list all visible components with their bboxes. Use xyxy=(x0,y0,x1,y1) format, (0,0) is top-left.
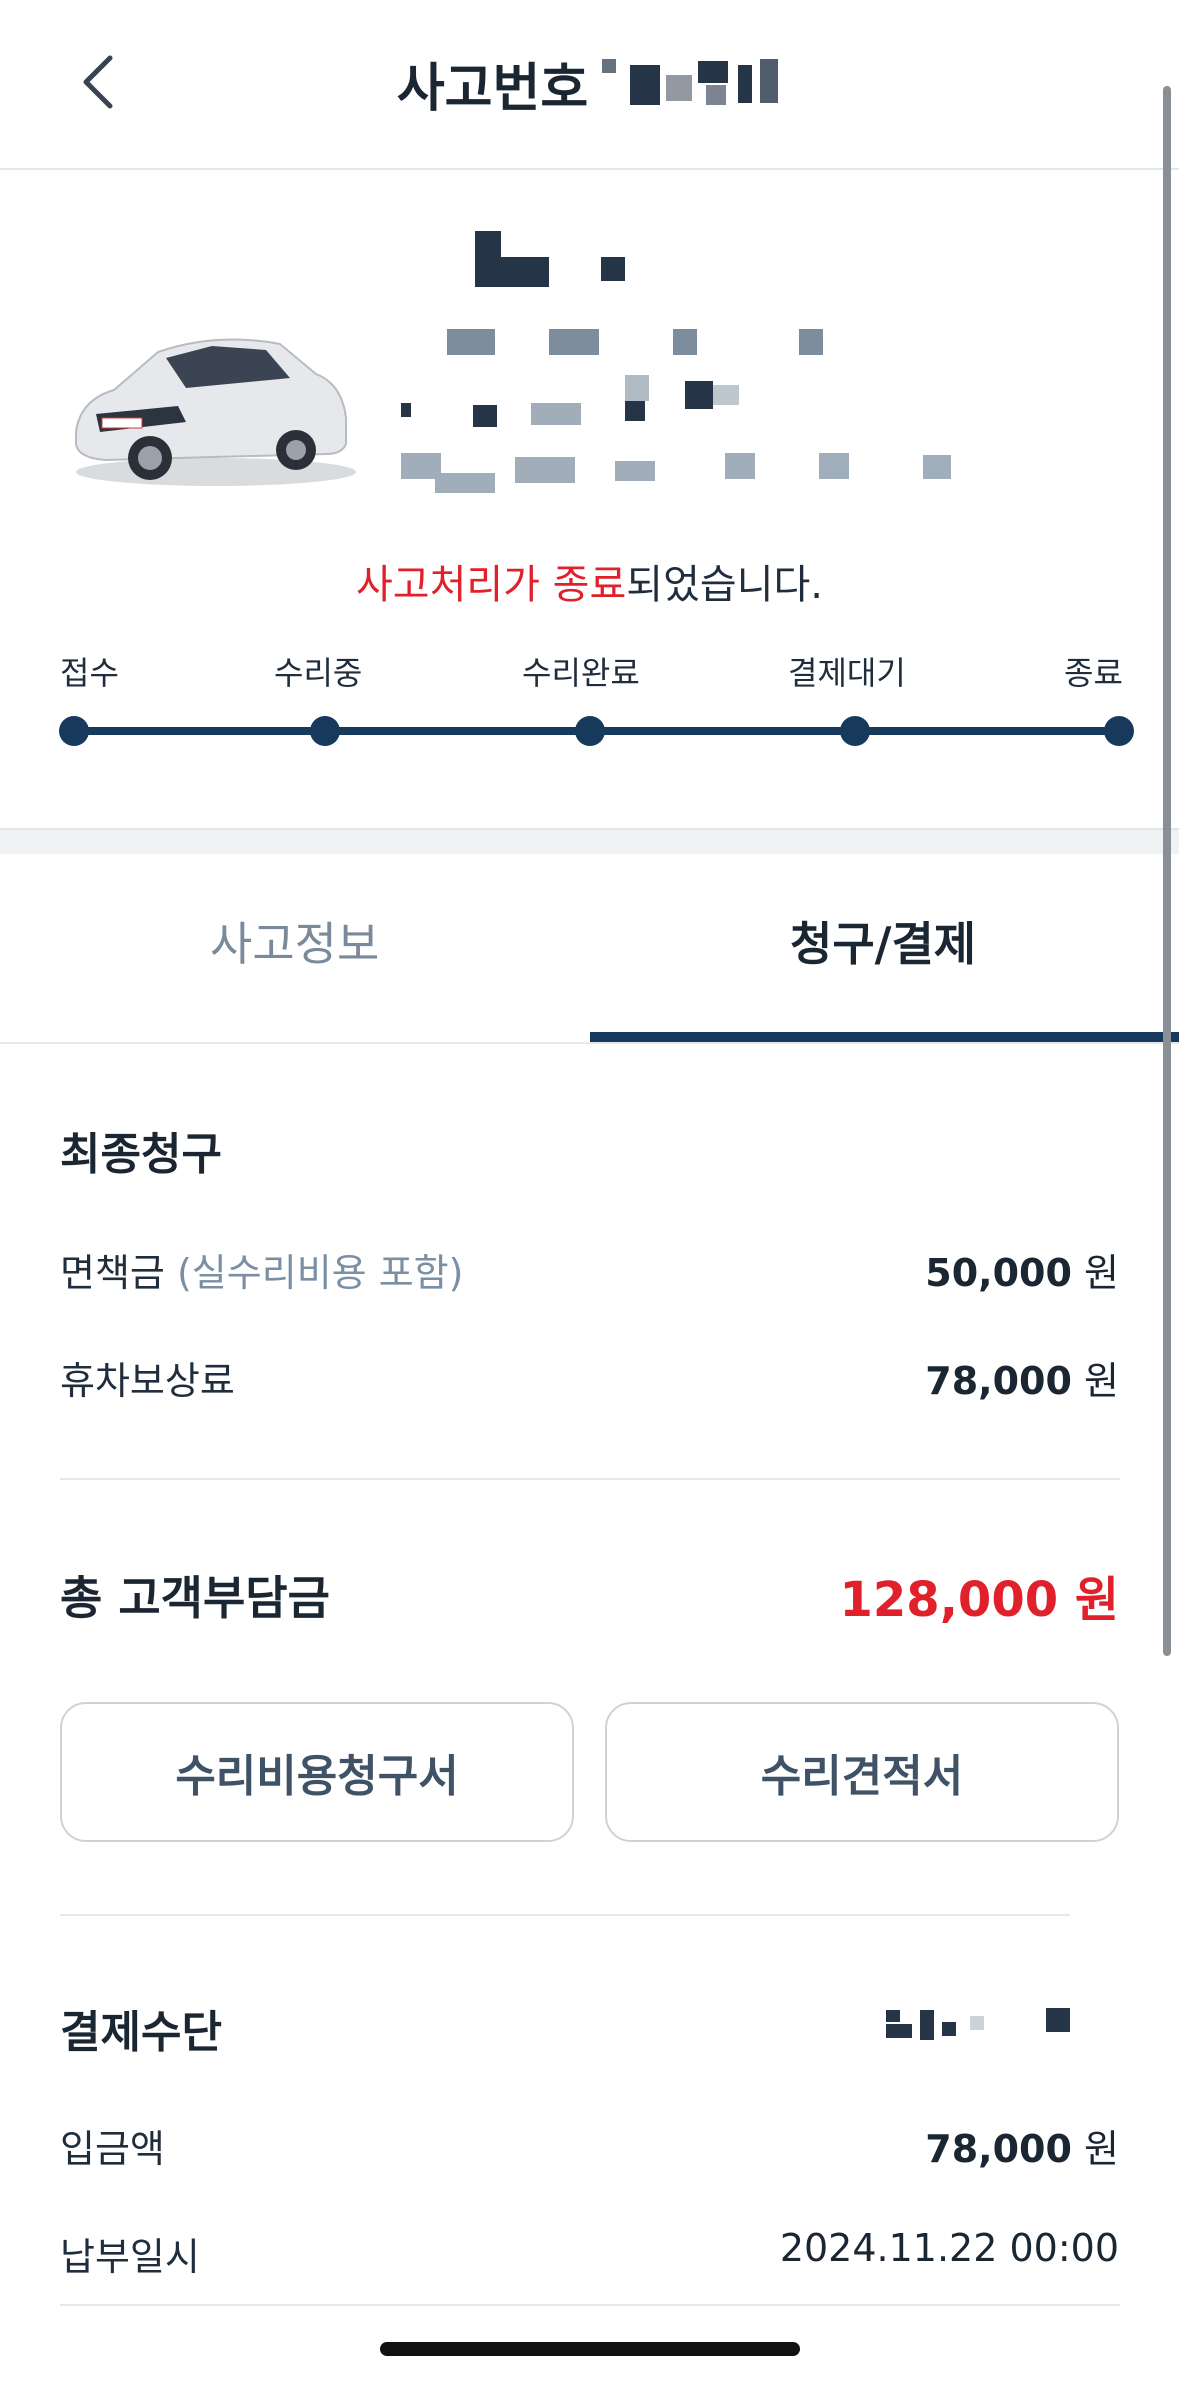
tab-bar-line xyxy=(0,1042,1179,1044)
repair-estimate-button[interactable]: 수리견적서 xyxy=(605,1702,1119,1842)
scrollbar[interactable] xyxy=(1163,86,1171,1656)
step-label-repairing: 수리중 xyxy=(274,654,363,692)
divider xyxy=(60,2304,1120,2306)
step-dot xyxy=(840,716,870,746)
car-image xyxy=(66,322,356,492)
deductible-amount: 50,000 원 xyxy=(925,1251,1119,1295)
paid-at-label: 납부일시 xyxy=(60,2235,200,2279)
tab-accident-info[interactable]: 사고정보 xyxy=(210,908,379,974)
accident-number-redacted xyxy=(602,55,782,111)
deposit-amount: 78,000 원 xyxy=(925,2127,1119,2171)
step-label-received: 접수 xyxy=(60,654,119,692)
active-tab-indicator xyxy=(590,1032,1179,1042)
divider xyxy=(60,1478,1120,1480)
total-customer-charge-amount: 128,000 원 xyxy=(839,1572,1120,1628)
deductible-label: 면책금 (실수리비용 포함) xyxy=(60,1251,464,1295)
step-dot xyxy=(575,716,605,746)
deposit-amount-label: 입금액 xyxy=(60,2127,165,2171)
total-customer-charge-label: 총 고객부담금 xyxy=(60,1571,330,1625)
loss-of-use-label: 휴차보상료 xyxy=(60,1359,235,1403)
section-divider xyxy=(0,828,1179,854)
paid-at-value: 2024.11.22 00:00 xyxy=(779,2226,1119,2270)
loss-of-use-amount: 78,000 원 xyxy=(925,1359,1119,1403)
page-title: 사고번호 xyxy=(396,58,589,119)
step-label-awaiting-payment: 결제대기 xyxy=(788,654,906,692)
status-rest: 되었습니다. xyxy=(626,562,824,608)
step-dot xyxy=(310,716,340,746)
step-label-closed: 종료 xyxy=(1064,654,1123,692)
vehicle-info-redacted xyxy=(395,225,975,505)
status-message: 사고처리가 종료되었습니다. xyxy=(0,552,1179,610)
step-dot xyxy=(59,716,89,746)
payment-method-redacted xyxy=(886,2004,1076,2044)
payment-method-title: 결제수단 xyxy=(60,2007,222,2058)
divider xyxy=(60,1914,1070,1916)
tab-billing-payment[interactable]: 청구/결제 xyxy=(790,908,976,974)
step-dot xyxy=(1104,716,1134,746)
repair-invoice-button[interactable]: 수리비용청구서 xyxy=(60,1702,574,1842)
status-highlight: 사고처리가 종료 xyxy=(355,562,627,608)
step-label-repair-done: 수리완료 xyxy=(522,654,640,692)
final-billing-title: 최종청구 xyxy=(60,1129,222,1180)
home-indicator[interactable] xyxy=(380,2342,800,2356)
